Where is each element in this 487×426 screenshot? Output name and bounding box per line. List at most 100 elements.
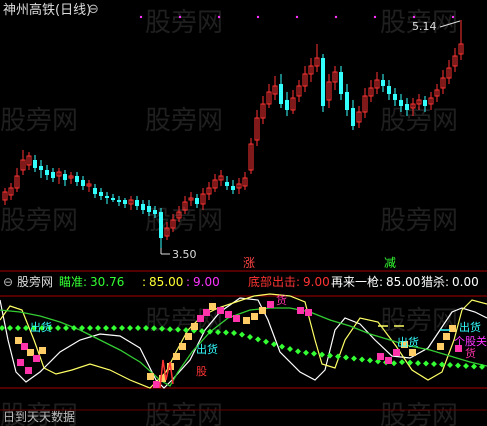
param-aim-value: 30.76 (90, 275, 125, 289)
green-dot-marker (111, 325, 117, 331)
signal-square (305, 309, 312, 316)
signal-ship-label: 出货 (196, 343, 218, 356)
candle-body (117, 200, 121, 202)
param-9: :9.00 (186, 276, 220, 288)
candle-body (351, 108, 355, 126)
green-dot-marker (175, 326, 181, 333)
green-dot-marker (279, 343, 285, 350)
signal-square (251, 313, 258, 320)
candle-body (33, 160, 37, 168)
green-dot-marker (143, 325, 149, 331)
param-aim-label: 瞄准: (59, 275, 88, 289)
candle-body (75, 176, 79, 182)
green-dot-marker (359, 356, 365, 363)
param-hunt: 猎杀: 0.00 (421, 276, 479, 288)
candle-body (45, 170, 49, 175)
param-hunt-label: 猎杀: (421, 275, 450, 289)
param-again-shot: 再来一枪: 85.00 (331, 276, 420, 288)
green-dot-marker (423, 360, 429, 367)
param-again-shot-label: 再来一枪: (331, 275, 384, 289)
param-85-label: : (142, 275, 147, 289)
param-85-value: 85.00 (149, 275, 184, 289)
candle-body (99, 192, 103, 196)
candle-body (135, 200, 139, 206)
up-marker: 涨 (243, 256, 256, 270)
signal-square (173, 353, 180, 360)
param-bottom-strike-label: 底部出击: (248, 275, 301, 289)
signal-square (209, 303, 216, 310)
candle-body (195, 198, 199, 204)
signal-square (21, 343, 28, 350)
signal-square (191, 323, 198, 330)
candle-body (39, 166, 43, 170)
signal-square (197, 315, 204, 322)
candle-body (123, 200, 127, 204)
top-tick-dot (217, 15, 221, 19)
param-bottom-strike: 底部出击: 9.00 (248, 276, 330, 288)
signal-watch-label: 个股关 (454, 335, 487, 348)
candle-body (399, 100, 403, 106)
candle-body (153, 210, 157, 214)
top-tick-dot (178, 15, 182, 19)
green-dot-marker (151, 325, 157, 332)
green-dot-marker (447, 362, 453, 368)
green-dot-marker (135, 325, 141, 331)
down-marker: 减 (384, 256, 397, 270)
green-dot-marker (215, 329, 221, 336)
param-hunt-value: 0.00 (452, 275, 479, 289)
candle-body (279, 84, 283, 104)
low-price-label: 3.50 (172, 248, 197, 261)
indicator-name[interactable]: 股旁网 (17, 276, 53, 288)
signal-bottom-label: 股 (196, 365, 207, 378)
green-dot-marker (471, 363, 477, 370)
param-9-label: : (186, 275, 191, 289)
green-dot-marker (455, 362, 461, 369)
param-85: :85.00 (142, 276, 183, 288)
param-9-value: 9.00 (193, 275, 220, 289)
signal-square (203, 309, 210, 316)
candle-body (285, 100, 289, 110)
upper-panel-title[interactable]: 神州高铁(日线) (3, 4, 91, 17)
green-dot-marker (167, 326, 173, 333)
signal-square (409, 349, 416, 356)
green-dot-marker (55, 325, 61, 331)
green-dot-marker (343, 354, 349, 361)
signal-square (437, 343, 444, 350)
candle-body (63, 174, 67, 180)
signal-square (443, 333, 450, 340)
green-dot-marker (199, 328, 205, 335)
green-dot-marker (415, 360, 421, 367)
param-aim: 瞄准: 30.76 (59, 276, 124, 288)
top-tick-dot (256, 15, 260, 19)
signal-goods-label: 货 (465, 347, 476, 360)
signal-square (15, 337, 22, 344)
signal-square (39, 347, 46, 354)
green-dot-marker (463, 362, 469, 369)
candle-body (225, 182, 229, 186)
signal-square (259, 307, 266, 314)
green-dot-marker (303, 349, 309, 356)
green-dot-marker (0, 325, 5, 331)
signal-square (385, 357, 392, 364)
candle-body (111, 198, 115, 200)
signal-square (243, 317, 250, 324)
green-dot-marker (311, 350, 317, 357)
signal-square (33, 355, 40, 362)
signal-square (233, 315, 240, 322)
candle-body (231, 186, 235, 190)
indicator-collapse-icon[interactable]: ⊖ (3, 276, 13, 288)
upper-panel-collapse-icon[interactable]: ⊖ (88, 3, 99, 16)
green-dot-marker (95, 325, 101, 331)
signal-square (449, 325, 456, 332)
signal-square (217, 307, 224, 314)
indicator-footer-text: 日到天天数据 (3, 410, 76, 424)
signal-square (25, 367, 32, 374)
top-tick-dot (139, 15, 143, 19)
signal-square (267, 301, 274, 308)
signal-square (377, 353, 384, 360)
candle-body (405, 104, 409, 110)
candle-body (159, 212, 163, 238)
green-dot-marker (87, 325, 93, 331)
signal-square (147, 373, 154, 380)
green-dot-marker (159, 325, 165, 332)
